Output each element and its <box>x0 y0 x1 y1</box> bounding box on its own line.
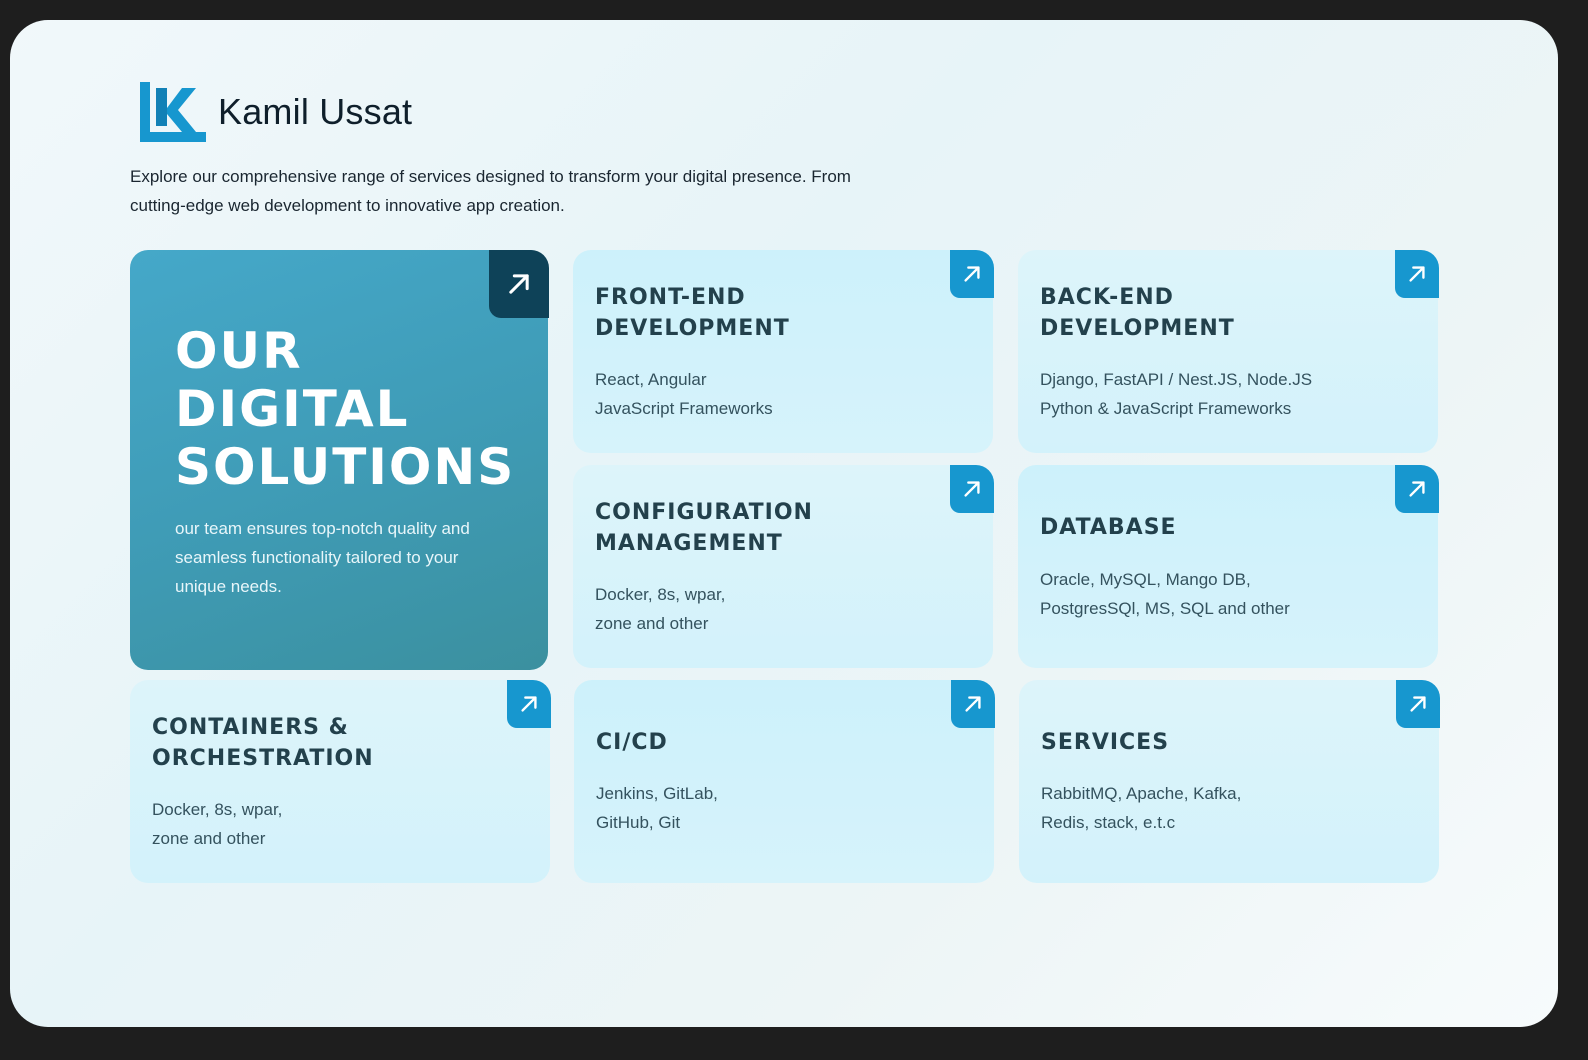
card-title: Services <box>1041 730 1170 755</box>
card-description: Oracle, MySQL, Mango DB, PostgresSQl, MS… <box>1040 570 1290 618</box>
card-title: Containers & Orchestration <box>152 715 374 771</box>
card-title: Back-End Development <box>1040 285 1235 341</box>
card-description: React, Angular JavaScript Frameworks <box>595 370 773 418</box>
hero-title: Our Digital Solutions <box>175 322 516 496</box>
card-title: Database <box>1040 515 1177 540</box>
card-front-end[interactable]: Front-End Development React, Angular Jav… <box>573 250 994 453</box>
card-link-button[interactable] <box>1395 250 1439 298</box>
card-description: Jenkins, GitLab, GitHub, Git <box>596 784 718 832</box>
hero-description: our team ensures top-notch quality and s… <box>175 519 470 596</box>
card-description: Django, FastAPI / Nest.JS, Node.JS Pytho… <box>1040 370 1313 418</box>
card-services[interactable]: Services RabbitMQ, Apache, Kafka, Redis,… <box>1019 680 1440 883</box>
arrow-up-right-icon <box>521 696 537 712</box>
arrow-up-right-icon <box>1409 481 1425 497</box>
card-link-button[interactable] <box>1395 465 1439 513</box>
card-containers[interactable]: Containers & Orchestration Docker, 8s, w… <box>130 680 551 883</box>
page-frame: Kamil Ussat Explore our comprehensive ra… <box>10 20 1558 1027</box>
brand-name: Kamil Ussat <box>218 91 413 132</box>
hero-link-button[interactable] <box>489 250 549 318</box>
brand[interactable]: Kamil Ussat <box>140 82 412 142</box>
card-description: Docker, 8s, wpar, zone and other <box>152 800 283 848</box>
arrow-up-right-icon <box>965 696 981 712</box>
arrow-up-right-icon <box>1410 696 1426 712</box>
card-configuration[interactable]: Configuration Management Docker, 8s, wpa… <box>573 465 994 668</box>
card-link-button[interactable] <box>951 680 995 728</box>
arrow-up-right-icon <box>964 481 980 497</box>
card-description: Docker, 8s, wpar, zone and other <box>595 585 726 633</box>
card-title: Front-End Development <box>595 285 790 341</box>
intro-text: Explore our comprehensive range of servi… <box>130 167 851 215</box>
card-back-end[interactable]: Back-End Development Django, FastAPI / N… <box>1018 250 1439 453</box>
card-database[interactable]: Database Oracle, MySQL, Mango DB, Postgr… <box>1018 465 1439 668</box>
arrow-up-right-icon <box>509 274 529 294</box>
arrow-up-right-icon <box>1409 266 1425 282</box>
k-logo-icon <box>140 82 206 142</box>
card-title: Configuration Management <box>595 500 813 556</box>
arrow-up-right-icon <box>964 266 980 282</box>
card-link-button[interactable] <box>950 250 994 298</box>
card-ci-cd[interactable]: CI/CD Jenkins, GitLab, GitHub, Git <box>574 680 995 883</box>
hero-card[interactable]: Our Digital Solutions our team ensures t… <box>130 250 549 670</box>
card-link-button[interactable] <box>1396 680 1440 728</box>
card-link-button[interactable] <box>950 465 994 513</box>
card-link-button[interactable] <box>507 680 551 728</box>
card-title: CI/CD <box>596 730 668 755</box>
card-description: RabbitMQ, Apache, Kafka, Redis, stack, e… <box>1041 784 1242 832</box>
